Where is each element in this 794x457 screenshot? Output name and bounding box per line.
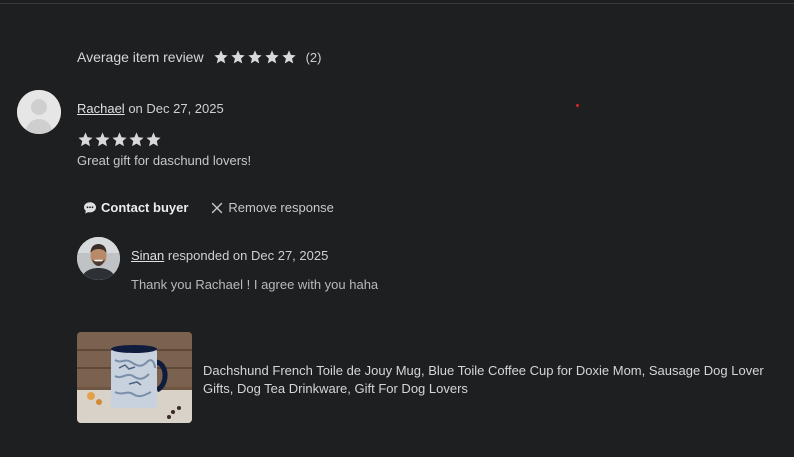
review-meta: Rachael on Dec 27, 2025 xyxy=(77,101,224,116)
response-meta: Sinan responded on Dec 27, 2025 xyxy=(131,248,328,263)
contact-buyer-button[interactable]: Contact buyer xyxy=(83,200,188,215)
review-rating-stars xyxy=(77,131,162,148)
star-icon xyxy=(281,49,297,65)
star-icon xyxy=(230,49,246,65)
seller-avatar[interactable] xyxy=(77,237,120,280)
remove-response-label: Remove response xyxy=(228,200,334,215)
review-count: (2) xyxy=(305,49,322,65)
product-thumbnail[interactable] xyxy=(77,332,192,423)
close-icon xyxy=(210,201,224,215)
star-icon xyxy=(264,49,280,65)
star-icon xyxy=(77,131,94,148)
response-date: responded on Dec 27, 2025 xyxy=(164,248,329,263)
seller-name-link[interactable]: Sinan xyxy=(131,248,164,263)
response-text: Thank you Rachael ! I agree with you hah… xyxy=(131,277,379,292)
product-title[interactable]: Dachshund French Toile de Jouy Mug, Blue… xyxy=(203,362,793,398)
top-divider xyxy=(0,3,794,4)
star-icon xyxy=(247,49,263,65)
contact-buyer-label: Contact buyer xyxy=(101,200,189,215)
review-date: on Dec 27, 2025 xyxy=(124,101,224,116)
star-icon xyxy=(94,131,111,148)
average-rating-stars xyxy=(213,49,298,65)
notification-dot xyxy=(576,104,579,107)
star-icon xyxy=(213,49,229,65)
remove-response-button[interactable]: Remove response xyxy=(210,200,334,215)
review-text: Great gift for daschund lovers! xyxy=(77,153,252,168)
star-icon xyxy=(111,131,128,148)
chat-bubble-icon xyxy=(83,201,97,215)
reviewer-avatar[interactable] xyxy=(17,90,61,134)
star-icon xyxy=(128,131,145,148)
review-actions: Contact buyer Remove response xyxy=(83,200,334,215)
average-review-row: Average item review (2) xyxy=(77,49,321,65)
reviewer-name-link[interactable]: Rachael xyxy=(77,101,125,116)
average-review-label: Average item review xyxy=(77,49,204,65)
star-icon xyxy=(145,131,162,148)
